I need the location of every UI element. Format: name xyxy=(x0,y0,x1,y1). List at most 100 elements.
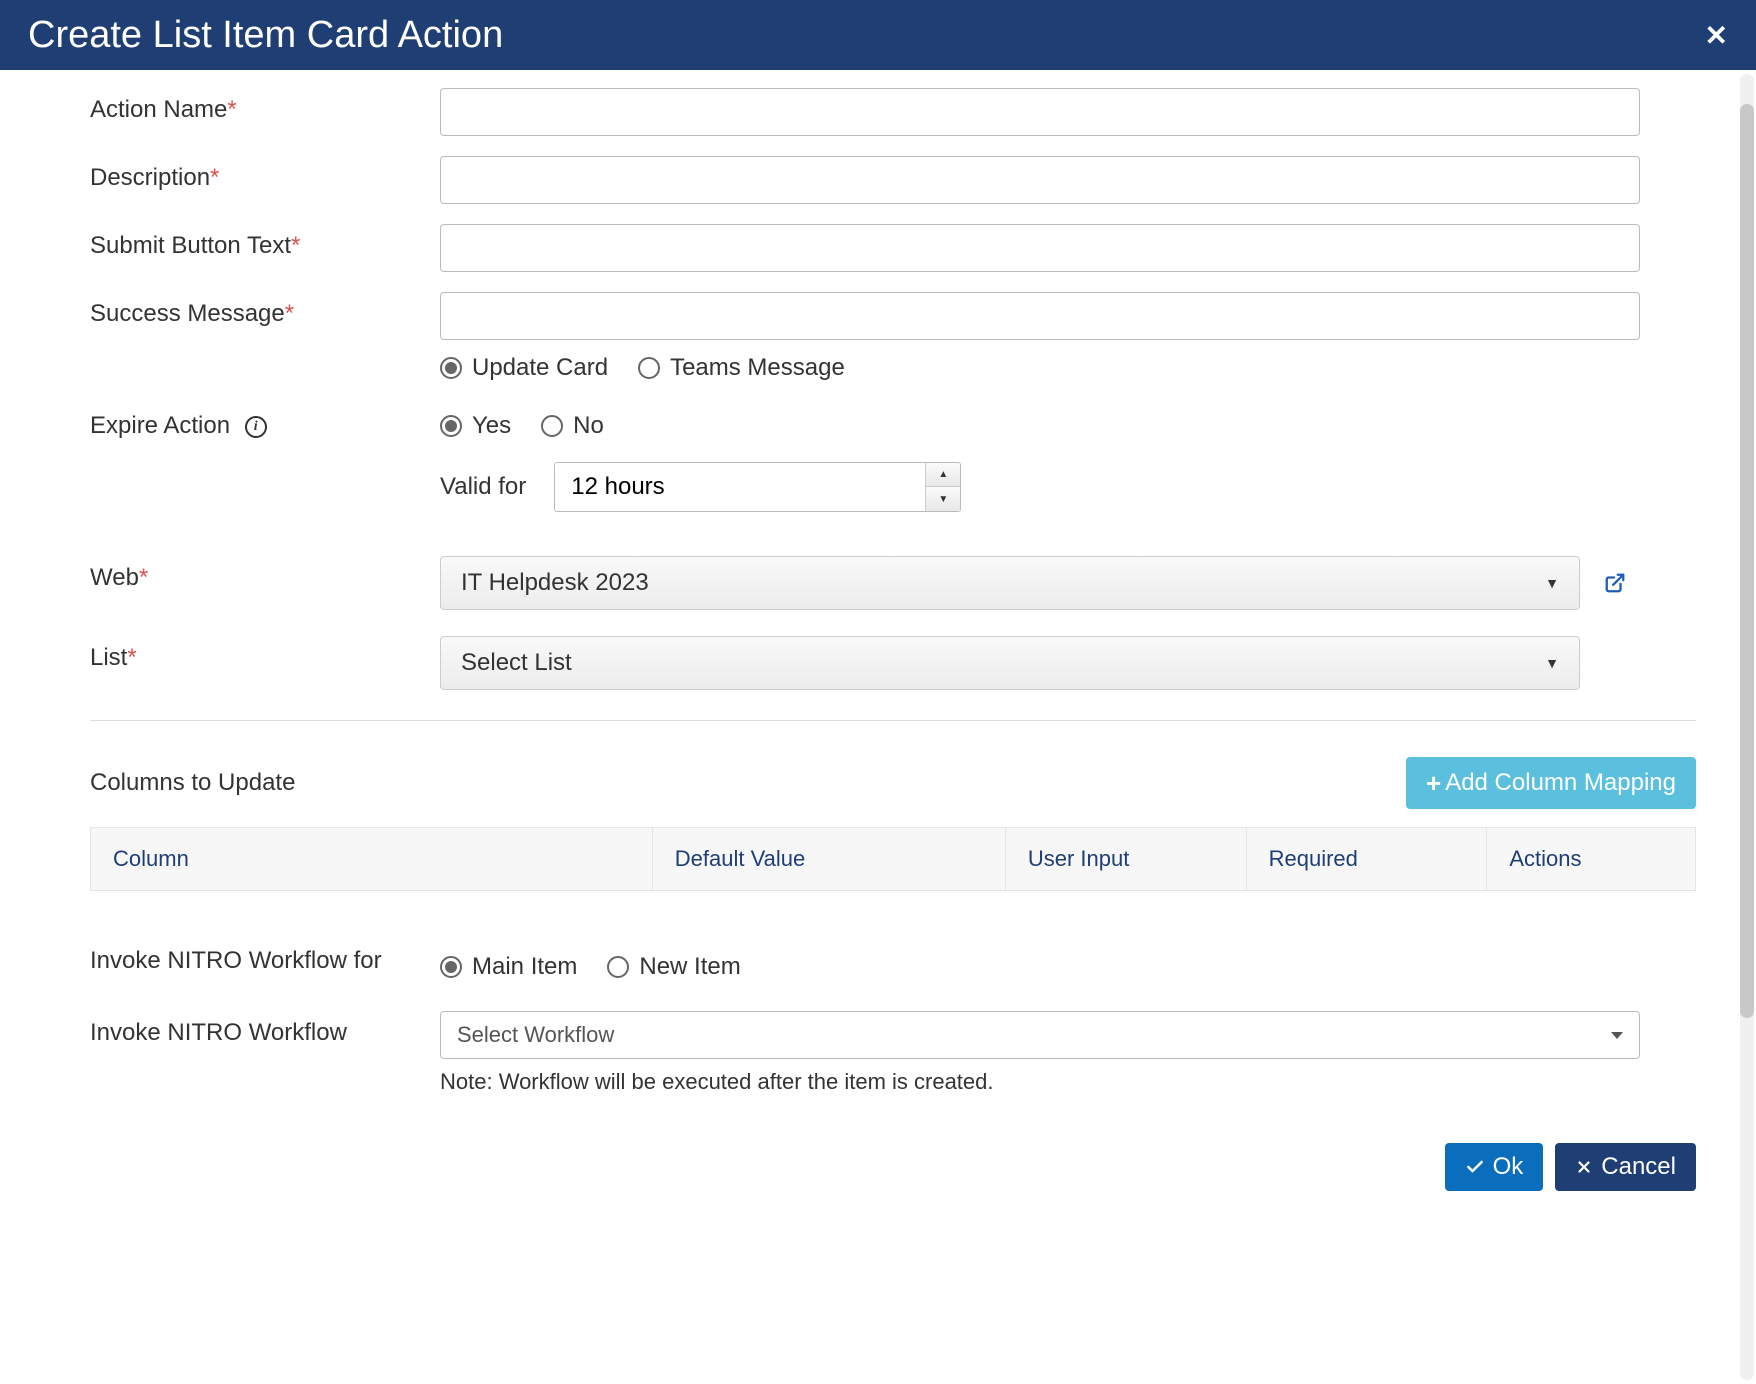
description-label: Description* xyxy=(90,156,440,192)
submit-button-text-control xyxy=(440,224,1696,272)
scrollbar-track[interactable] xyxy=(1740,74,1754,1380)
list-dropdown[interactable]: Select List ▼ xyxy=(440,636,1580,690)
valid-for-input[interactable] xyxy=(555,463,925,511)
radio-teams-message[interactable]: Teams Message xyxy=(638,354,845,382)
radio-circle-icon xyxy=(440,357,462,379)
expire-action-control: Yes No Valid for ▲ ▼ xyxy=(440,408,1696,512)
table-header-column[interactable]: Column xyxy=(91,828,653,891)
message-type-radio-group: Update Card Teams Message xyxy=(440,350,1696,382)
check-icon xyxy=(1465,1157,1485,1177)
required-marker: * xyxy=(210,164,219,191)
action-name-control xyxy=(440,88,1696,136)
success-message-row: Success Message* xyxy=(90,292,1696,340)
ok-button-label: Ok xyxy=(1493,1153,1524,1181)
success-message-control xyxy=(440,292,1696,340)
radio-update-card-label: Update Card xyxy=(472,354,608,382)
invoke-workflow-row: Invoke NITRO Workflow Select Workflow No… xyxy=(90,1011,1696,1095)
invoke-workflow-label: Invoke NITRO Workflow xyxy=(90,1011,440,1047)
web-control: IT Helpdesk 2023 ▼ xyxy=(440,556,1696,610)
required-marker: * xyxy=(127,644,136,671)
valid-for-spinner: ▲ ▼ xyxy=(554,462,961,512)
list-label-text: List xyxy=(90,644,127,671)
ok-button[interactable]: Ok xyxy=(1445,1143,1544,1191)
submit-button-text-label: Submit Button Text* xyxy=(90,224,440,260)
required-marker: * xyxy=(285,300,294,327)
web-label-text: Web xyxy=(90,564,139,591)
table-header-actions[interactable]: Actions xyxy=(1487,828,1696,891)
table-header-required[interactable]: Required xyxy=(1246,828,1487,891)
web-dropdown-text: IT Helpdesk 2023 xyxy=(461,569,649,597)
web-row: Web* IT Helpdesk 2023 ▼ xyxy=(90,556,1696,610)
message-type-spacer xyxy=(90,350,440,358)
list-label: List* xyxy=(90,636,440,672)
table-header-default-value[interactable]: Default Value xyxy=(652,828,1005,891)
list-control: Select List ▼ xyxy=(440,636,1696,690)
success-message-input[interactable] xyxy=(440,292,1640,340)
description-row: Description* xyxy=(90,156,1696,204)
cancel-button-label: Cancel xyxy=(1601,1153,1676,1181)
columns-to-update-header: Columns to Update + Add Column Mapping xyxy=(90,757,1696,809)
chevron-down-icon: ▼ xyxy=(1545,655,1559,671)
modal-body: Action Name* Description* Submit Button … xyxy=(0,70,1756,1384)
radio-expire-yes[interactable]: Yes xyxy=(440,412,511,440)
expire-action-label-text: Expire Action xyxy=(90,412,230,439)
info-icon[interactable]: i xyxy=(245,416,267,438)
plus-icon: + xyxy=(1426,770,1441,796)
column-mapping-table: Column Default Value User Input Required… xyxy=(90,827,1696,891)
table-header-row: Column Default Value User Input Required… xyxy=(91,828,1696,891)
required-marker: * xyxy=(291,232,300,259)
expire-action-radio-group: Yes No xyxy=(440,408,1696,440)
radio-update-card[interactable]: Update Card xyxy=(440,354,608,382)
radio-main-item-label: Main Item xyxy=(472,953,577,981)
workflow-note: Note: Workflow will be executed after th… xyxy=(440,1069,1696,1095)
external-link-icon[interactable] xyxy=(1604,572,1626,594)
radio-expire-no[interactable]: No xyxy=(541,412,604,440)
modal-title: Create List Item Card Action xyxy=(28,14,503,57)
required-marker: * xyxy=(139,564,148,591)
list-dropdown-text: Select List xyxy=(461,649,572,677)
invoke-workflow-for-label: Invoke NITRO Workflow for xyxy=(90,939,440,975)
radio-main-item[interactable]: Main Item xyxy=(440,953,577,981)
invoke-workflow-for-radio-group: Main Item New Item xyxy=(440,939,1696,981)
web-label: Web* xyxy=(90,556,440,592)
add-column-mapping-label: Add Column Mapping xyxy=(1445,769,1676,797)
action-name-row: Action Name* xyxy=(90,88,1696,136)
message-type-row: Update Card Teams Message xyxy=(90,350,1696,382)
cancel-button[interactable]: Cancel xyxy=(1555,1143,1696,1191)
success-message-label: Success Message* xyxy=(90,292,440,328)
radio-new-item[interactable]: New Item xyxy=(607,953,740,981)
expire-action-label: Expire Action i xyxy=(90,408,440,440)
modal-header: Create List Item Card Action ✕ xyxy=(0,0,1756,70)
radio-circle-icon xyxy=(607,956,629,978)
table-header-user-input[interactable]: User Input xyxy=(1005,828,1246,891)
expire-action-row: Expire Action i Yes No Valid for ▲ xyxy=(90,408,1696,512)
close-icon[interactable]: ✕ xyxy=(1705,19,1728,52)
spinner-down-button[interactable]: ▼ xyxy=(926,487,960,511)
description-input[interactable] xyxy=(440,156,1640,204)
add-column-mapping-button[interactable]: + Add Column Mapping xyxy=(1406,757,1696,809)
submit-button-text-row: Submit Button Text* xyxy=(90,224,1696,272)
scrollbar-thumb[interactable] xyxy=(1740,104,1754,1018)
submit-button-text-input[interactable] xyxy=(440,224,1640,272)
chevron-down-icon: ▼ xyxy=(1545,575,1559,591)
valid-for-label: Valid for xyxy=(440,473,526,501)
required-marker: * xyxy=(227,96,236,123)
action-name-label-text: Action Name xyxy=(90,96,227,123)
radio-teams-message-label: Teams Message xyxy=(670,354,845,382)
x-icon xyxy=(1575,1158,1593,1176)
spinner-up-button[interactable]: ▲ xyxy=(926,463,960,487)
action-name-input[interactable] xyxy=(440,88,1640,136)
action-name-label: Action Name* xyxy=(90,88,440,124)
radio-circle-icon xyxy=(638,357,660,379)
invoke-workflow-for-row: Invoke NITRO Workflow for Main Item New … xyxy=(90,939,1696,981)
invoke-workflow-select[interactable]: Select Workflow xyxy=(440,1011,1640,1059)
invoke-workflow-select-text: Select Workflow xyxy=(457,1022,614,1048)
description-label-text: Description xyxy=(90,164,210,191)
spinner-buttons: ▲ ▼ xyxy=(925,463,960,511)
radio-expire-yes-label: Yes xyxy=(472,412,511,440)
radio-expire-no-label: No xyxy=(573,412,604,440)
success-message-label-text: Success Message xyxy=(90,300,285,327)
radio-circle-icon xyxy=(541,415,563,437)
web-dropdown[interactable]: IT Helpdesk 2023 ▼ xyxy=(440,556,1580,610)
submit-button-text-label-text: Submit Button Text xyxy=(90,232,291,259)
